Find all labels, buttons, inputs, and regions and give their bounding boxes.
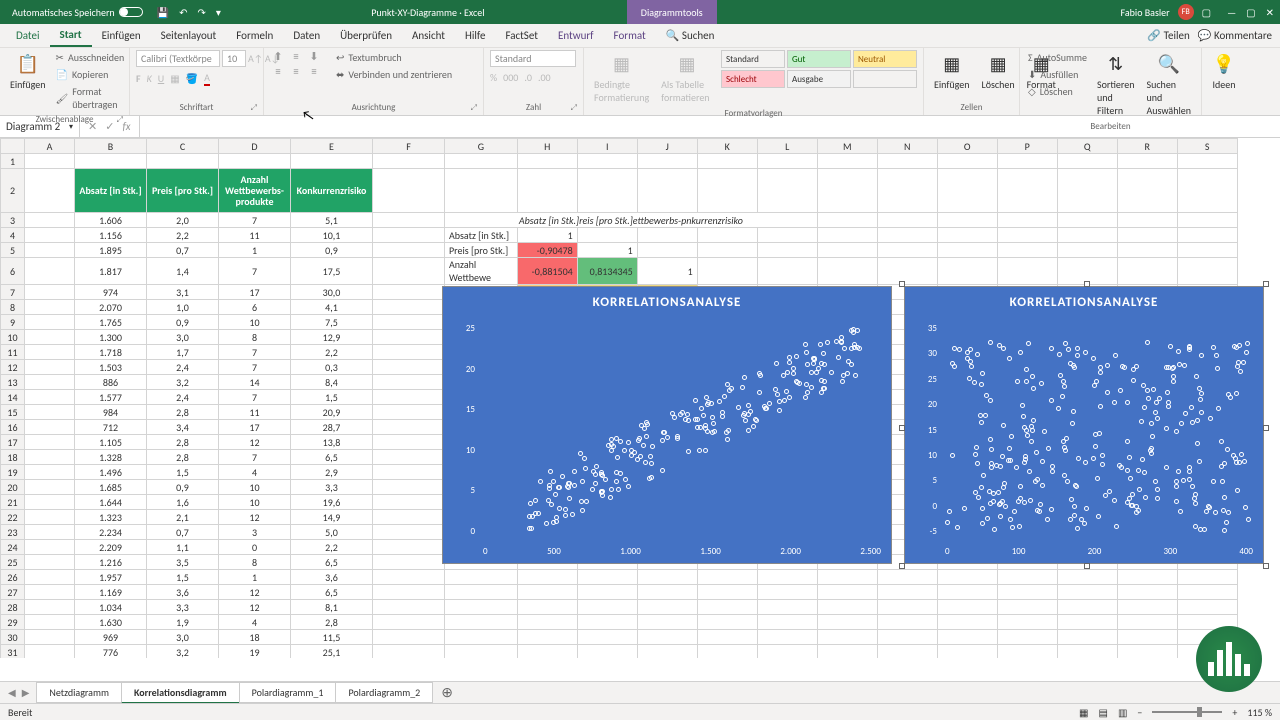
view-page-icon[interactable]: ▤ [1099,706,1108,719]
status-ready: Bereit [8,706,32,719]
zoom-level[interactable]: 115 % [1247,706,1272,719]
cell-style-standard[interactable]: Standard [721,50,785,68]
chart-korrelation-1[interactable]: KORRELATIONSANALYSE 2520151050 05001.000… [442,286,892,564]
cell-style-schlecht[interactable]: Schlecht [721,70,785,88]
cut-button[interactable]: ✂ Ausschneiden [54,50,127,65]
ribbon-display-icon[interactable]: ▢ [1202,6,1211,19]
cell-style-more[interactable] [853,70,917,88]
cell-style-neutral[interactable]: Neutral [853,50,917,68]
status-bar: Bereit ▦ ▤ ▥ − + 115 % [0,703,1280,720]
ribbon: 📋Einfügen ✂ Ausschneiden 📄 Kopieren 🖌 Fo… [0,48,1280,116]
fill-button[interactable]: ⬇ Ausfüllen [1026,67,1089,82]
comments-button[interactable]: 💬 Kommentare [1198,29,1272,42]
autosum-button[interactable]: Σ AutoSumme [1026,50,1089,65]
maximize-icon[interactable]: ▢ [1246,6,1255,19]
tab-seitenlayout[interactable]: Seitenlayout [151,25,227,46]
format-as-table-button[interactable]: ▦Als Tabelle formatieren [657,50,717,106]
minimize-icon[interactable]: — [1227,6,1236,19]
grow-font-icon[interactable]: A↑ [248,52,263,65]
autosave-toggle[interactable]: Automatisches Speichern [6,6,149,19]
bold-button[interactable]: F [136,72,141,85]
cell-style-ausgabe[interactable]: Ausgabe [787,70,851,88]
tab-formeln[interactable]: Formeln [226,25,283,46]
tab-factset[interactable]: FactSet [495,25,548,46]
view-break-icon[interactable]: ▥ [1118,706,1127,719]
close-icon[interactable]: ✕ [1266,6,1274,19]
font-name-select[interactable]: Calibri (Textkörpe [136,50,220,67]
chart-tools-context: Diagrammtools [627,0,717,24]
redo-icon[interactable]: ↷ [198,6,206,19]
tab-einfuegen[interactable]: Einfügen [92,25,151,46]
user-avatar[interactable]: FB [1178,4,1194,20]
merge-center-button[interactable]: ⬌ Verbinden und zentrieren [334,67,454,82]
sheet-nav-next-icon[interactable]: ▶ [22,686,30,699]
ideas-button[interactable]: 💡Ideen [1208,50,1240,93]
undo-icon[interactable]: ↶ [179,6,187,19]
font-color-icon[interactable]: A [204,71,210,86]
add-sheet-button[interactable]: ⊕ [433,684,461,701]
watermark-logo [1196,626,1262,692]
view-normal-icon[interactable]: ▦ [1079,706,1088,719]
copy-button[interactable]: 📄 Kopieren [54,67,127,82]
font-size-select[interactable]: 10 [222,50,246,67]
sheet-tab[interactable]: Korrelationsdiagramm [121,682,240,704]
zoom-out-icon[interactable]: − [1137,706,1142,719]
number-format-select[interactable]: Standard [490,50,576,67]
tab-ueberpruefen[interactable]: Überprüfen [330,25,402,46]
user-name[interactable]: Fabio Basler [1121,6,1170,19]
share-button[interactable]: 🔗 Teilen [1147,29,1189,42]
save-icon[interactable]: 💾 [157,6,169,19]
sheet-tab[interactable]: Netzdiagramm [36,682,122,703]
wrap-text-button[interactable]: ↩ Textumbruch [334,50,454,65]
sheet-tab[interactable]: Polardiagramm_2 [335,682,433,703]
sheet-nav-prev-icon[interactable]: ◀ [8,686,16,699]
sheet-tab[interactable]: Polardiagramm_1 [239,682,337,703]
border-icon[interactable]: ▦ [170,72,179,85]
qat-more-icon[interactable]: ▾ [216,6,221,19]
delete-cells-button[interactable]: ▦Löschen [978,50,1019,93]
format-painter-button[interactable]: 🖌 Format übertragen [54,84,127,112]
conditional-format-button[interactable]: ▦Bedingte Formatierung [590,50,653,106]
window-titlebar: Automatisches Speichern 💾 ↶ ↷ ▾ Punkt-XY… [0,0,1280,24]
tab-hilfe[interactable]: Hilfe [455,25,495,46]
cell-style-gut[interactable]: Gut [787,50,851,68]
tab-datei[interactable]: Datei [6,25,50,46]
fx-icon[interactable]: fx [122,120,130,133]
sheet-tab-bar: ◀ ▶ Netzdiagramm Korrelationsdiagramm Pol… [0,681,1280,703]
tab-start[interactable]: Start [50,24,92,47]
find-select-button[interactable]: 🔍Suchen und Auswählen [1142,50,1195,119]
zoom-slider[interactable] [1152,711,1222,713]
tab-daten[interactable]: Daten [283,25,330,46]
ribbon-tabs: Datei Start Einfügen Seitenlayout Formel… [0,24,1280,48]
italic-button[interactable]: K [147,72,152,85]
search-box[interactable]: 🔍 Suchen [656,25,725,46]
sort-filter-button[interactable]: ⇅Sortieren und Filtern [1093,50,1139,119]
insert-cells-button[interactable]: ▦Einfügen [930,50,974,93]
tab-format[interactable]: Format [604,25,656,46]
paste-button[interactable]: 📋Einfügen [6,50,50,93]
tab-ansicht[interactable]: Ansicht [402,25,455,46]
tab-entwurf[interactable]: Entwurf [548,25,604,46]
fill-color-icon[interactable]: 🪣 [186,72,198,85]
underline-button[interactable]: U [158,72,164,85]
worksheet-grid[interactable]: ABCDEFGHIJKLMNOPQRS12Absatz [in Stk.]Pre… [0,138,1280,658]
align-top-icon[interactable]: ⬆ [270,50,286,63]
clear-button[interactable]: ◇ Löschen [1026,84,1089,99]
chart-korrelation-2[interactable]: KORRELATIONSANALYSE 35302520151050-5 010… [904,286,1264,564]
document-title: Punkt-XY-Diagramme · Excel [371,6,484,19]
zoom-in-icon[interactable]: + [1232,706,1237,719]
